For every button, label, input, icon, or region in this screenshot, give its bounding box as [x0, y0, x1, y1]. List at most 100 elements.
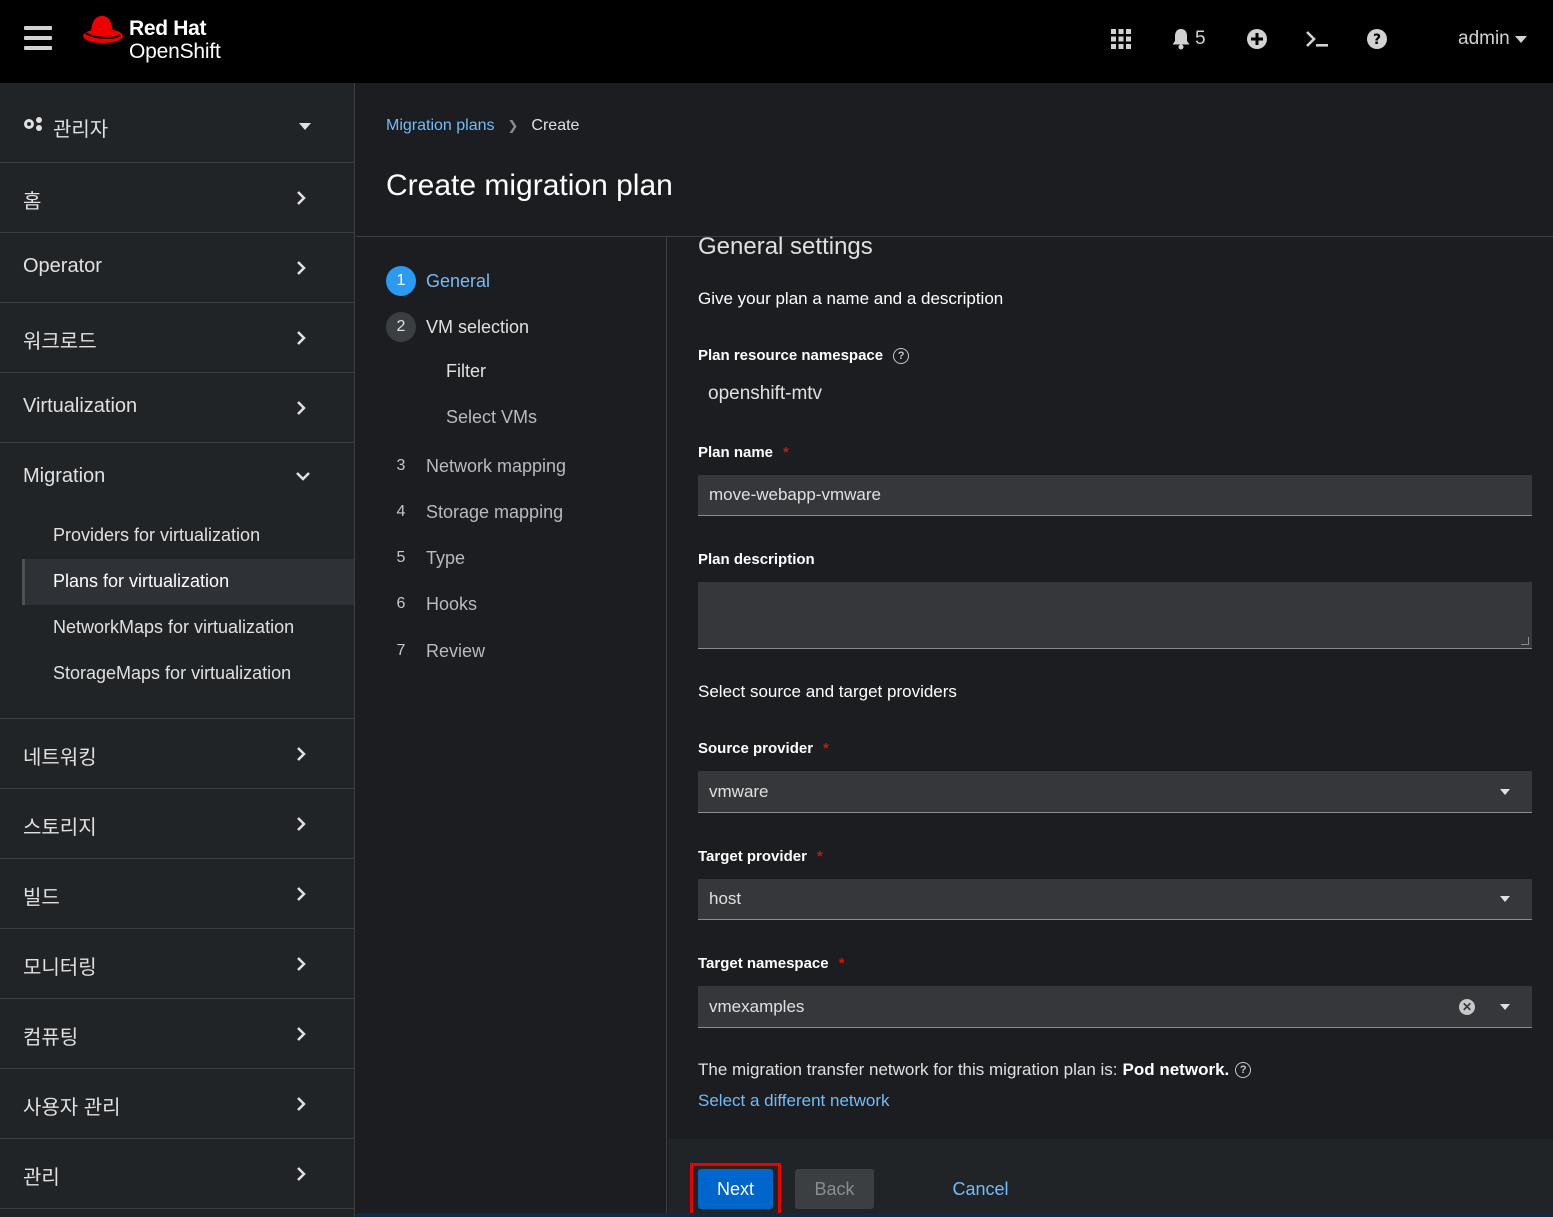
help-icon[interactable]: ? [1366, 24, 1388, 54]
plan-description-textarea[interactable] [698, 582, 1532, 649]
step-label: General [426, 270, 491, 291]
nav-subitem-networkmaps[interactable]: NetworkMaps for virtualization [22, 605, 354, 651]
select-different-network-link[interactable]: Select a different network [698, 1091, 890, 1111]
target-provider-label: Target provider * [698, 848, 823, 865]
step-label: Type [426, 547, 466, 568]
required-marker: * [816, 848, 823, 865]
user-menu[interactable]: admin [1458, 24, 1527, 54]
caret-down-icon[interactable] [1500, 1003, 1510, 1010]
step-label: VM selection [426, 316, 530, 337]
nav-subitem-label: Providers for virtualization [53, 525, 261, 545]
chevron-right-icon [297, 261, 306, 275]
general-settings-form: General settings Give your plan a name a… [698, 233, 1538, 1137]
breadcrumb-migration-plans-link[interactable]: Migration plans [386, 117, 495, 135]
perspective-label: 관리자 [53, 119, 109, 141]
wizard-step-storage-mapping[interactable]: 4 Storage mapping [386, 496, 564, 528]
redhat-openshift-logo[interactable]: Red Hat OpenShift [82, 14, 252, 70]
redhat-hat-icon [83, 16, 123, 43]
target-provider-select[interactable]: host [698, 879, 1532, 920]
main-content: Migration plans ❯ Create Create migratio… [356, 83, 1553, 1217]
step-number: 6 [396, 595, 406, 612]
breadcrumb: Migration plans ❯ Create [386, 117, 579, 135]
target-namespace-label: Target namespace * [698, 955, 844, 972]
required-marker: * [823, 740, 829, 757]
help-icon[interactable]: ? [1235, 1062, 1252, 1078]
step-number: 2 [386, 312, 416, 342]
wizard-step-type[interactable]: 5 Type [386, 542, 465, 574]
wizard-step-review[interactable]: 7 Review [386, 635, 485, 667]
apps-grid-icon[interactable] [1110, 24, 1132, 54]
nav-item-migration[interactable]: Migration [0, 443, 354, 513]
back-button[interactable]: Back [795, 1169, 874, 1209]
nav-item-home[interactable]: 홈 [0, 163, 354, 233]
chevron-right-icon [297, 401, 306, 415]
step-label: Network mapping [426, 455, 567, 476]
chevron-right-icon [297, 1097, 306, 1111]
chevron-right-icon [297, 747, 306, 761]
nav-item-label: 빌드 [23, 887, 60, 909]
sidebar: 관리자 홈 Operator 워크로드 Virtualization Migra… [0, 83, 355, 1217]
nav-item-label: 워크로드 [23, 331, 97, 353]
plan-name-label: Plan name * [698, 444, 789, 461]
nav-item-virtualization[interactable]: Virtualization [0, 373, 354, 443]
source-provider-label-text: Source provider [698, 740, 814, 757]
chevron-right-icon [297, 1027, 306, 1041]
source-provider-label: Source provider * [698, 740, 829, 757]
notification-count: 5 [1195, 28, 1206, 49]
hamburger-icon[interactable] [24, 26, 52, 50]
target-namespace-typeahead[interactable]: vmexamples ✕ [698, 986, 1532, 1028]
terminal-icon[interactable] [1305, 24, 1329, 54]
nav-subitem-plans[interactable]: Plans for virtualization [22, 559, 354, 605]
wizard-step-vm-selection[interactable]: 2 VM selection [386, 311, 529, 343]
chevron-right-icon [297, 1167, 306, 1181]
nav-subitem-storagemaps[interactable]: StorageMaps for virtualization [22, 651, 354, 697]
step-number: 3 [396, 457, 406, 474]
next-button[interactable]: Next [698, 1169, 773, 1209]
nav-item-label: 네트워킹 [23, 747, 97, 769]
wizard-step-network-mapping[interactable]: 3 Network mapping [386, 450, 567, 482]
wizard-step-general[interactable]: 1 General [386, 265, 490, 297]
plan-name-input[interactable]: move-webapp-vmware [698, 475, 1532, 516]
nav-item-administration[interactable]: 관리 [0, 1139, 354, 1209]
plan-name-value: move-webapp-vmware [709, 485, 881, 504]
nav-item-compute[interactable]: 컴퓨팅 [0, 999, 354, 1069]
resize-handle-icon[interactable] [1521, 637, 1529, 645]
wizard-step-hooks[interactable]: 6 Hooks [386, 588, 477, 620]
source-provider-select[interactable]: vmware [698, 771, 1532, 813]
nav-item-monitoring[interactable]: 모니터링 [0, 929, 354, 999]
user-name: admin [1458, 28, 1510, 49]
nav-item-networking[interactable]: 네트워킹 [0, 719, 354, 789]
plan-description-label: Plan description [698, 551, 815, 568]
nav-item-operator[interactable]: Operator [0, 233, 354, 303]
nav-item-user-management[interactable]: 사용자 관리 [0, 1069, 354, 1139]
wizard-footer: Next Back Cancel [668, 1139, 1553, 1217]
notifications-button[interactable]: 5 [1171, 24, 1206, 54]
nav-subitem-providers[interactable]: Providers for virtualization [22, 513, 354, 559]
namespace-label: Plan resource namespace ? [698, 347, 910, 364]
namespace-label-text: Plan resource namespace [698, 347, 884, 364]
cancel-button[interactable]: Cancel [943, 1169, 1018, 1209]
nav-item-label: Virtualization [23, 395, 138, 417]
nav-item-builds[interactable]: 빌드 [0, 859, 354, 929]
nav-item-workloads[interactable]: 워크로드 [0, 303, 354, 373]
chevron-right-icon [297, 331, 306, 345]
nav-subitem-label: Plans for virtualization [53, 571, 230, 591]
transfer-network-label: The migration transfer network for this … [698, 1060, 1118, 1079]
target-provider-value: host [709, 889, 742, 908]
nav-item-storage[interactable]: 스토리지 [0, 789, 354, 859]
chevron-right-icon [297, 191, 306, 205]
perspective-switcher[interactable]: 관리자 [0, 83, 354, 163]
nav-item-label: 사용자 관리 [23, 1097, 121, 1119]
target-namespace-value: vmexamples [709, 996, 805, 1016]
wizard-substep-select-vms[interactable]: Select VMs [446, 407, 537, 428]
help-icon[interactable]: ? [893, 347, 910, 364]
source-provider-value: vmware [709, 781, 769, 801]
wizard-substep-filter[interactable]: Filter [446, 361, 486, 382]
plus-circle-icon[interactable] [1246, 24, 1268, 54]
status-strip [356, 1213, 1553, 1217]
breadcrumb-separator-icon: ❯ [507, 118, 519, 133]
caret-down-icon [1500, 788, 1510, 795]
masthead: Red Hat OpenShift 5 ? admin [0, 0, 1553, 83]
clear-icon[interactable]: ✕ [1459, 998, 1475, 1015]
nav-subitem-label: NetworkMaps for virtualization [53, 617, 295, 637]
